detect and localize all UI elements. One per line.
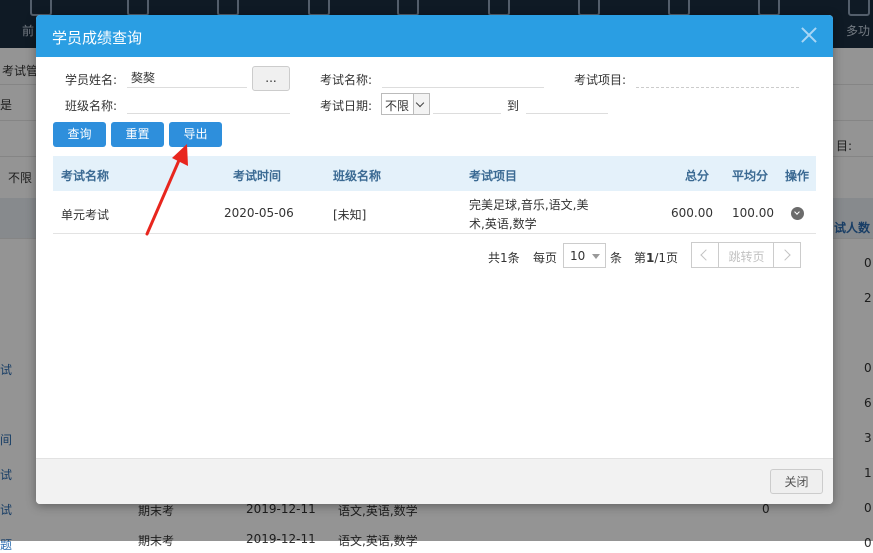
exam-name-label: 考试名称: — [320, 73, 373, 87]
close-icon[interactable] — [799, 25, 819, 45]
date-to-label: 到 — [507, 99, 520, 113]
col-exam-name[interactable]: 考试名称 — [61, 167, 109, 184]
cell-average: 100.00 — [732, 206, 774, 220]
exam-name-input[interactable] — [382, 68, 544, 88]
col-exam-items[interactable]: 考试项目 — [469, 167, 517, 184]
cell-exam-items: 完美足球,音乐,语文,美 — [469, 198, 589, 212]
caret-down-icon — [592, 254, 600, 259]
exam-item-input[interactable] — [636, 68, 799, 88]
col-exam-time[interactable]: 考试时间 — [233, 167, 281, 184]
col-class-name[interactable]: 班级名称 — [333, 167, 381, 184]
pager-unit: 条 — [610, 251, 623, 265]
student-name-input[interactable]: 獒獒 — [127, 68, 247, 88]
close-button[interactable]: 关闭 — [770, 469, 823, 494]
pager-controls: 跳转页 — [691, 242, 801, 268]
col-average[interactable]: 平均分 — [732, 167, 768, 184]
col-action: 操作 — [785, 169, 810, 183]
class-name-input[interactable] — [127, 94, 290, 114]
dialog-title: 学员成绩查询 — [52, 29, 143, 47]
cell-exam-items-cont: 术,英语,数学 — [469, 217, 537, 231]
chevron-right-icon[interactable] — [773, 243, 800, 267]
exam-date-select[interactable]: 不限 — [381, 93, 430, 115]
cell-total: 600.00 — [671, 206, 713, 220]
cell-exam-time: 2020-05-06 — [224, 206, 294, 220]
table-row[interactable]: 单元考试 2020-05-06 [未知] 完美足球,音乐,语文,美 术,英语,数… — [53, 191, 816, 234]
pager-total: 共1条 — [488, 251, 520, 265]
col-total[interactable]: 总分 — [685, 167, 709, 184]
select-student-button[interactable]: ... — [252, 66, 290, 91]
chevron-left-icon[interactable] — [692, 243, 719, 267]
chevron-down-icon[interactable] — [413, 94, 429, 114]
student-name-label: 学员姓名: — [65, 73, 118, 87]
jump-page-button[interactable]: 跳转页 — [719, 248, 774, 265]
page-size-select[interactable]: 10 — [563, 243, 606, 268]
export-button[interactable]: 导出 — [169, 122, 222, 147]
date-end-input[interactable] — [526, 94, 608, 114]
exam-item-label: 考试项目: — [574, 73, 627, 87]
chevron-down-icon[interactable] — [791, 207, 804, 220]
exam-date-value: 不限 — [385, 99, 410, 113]
class-name-label: 班级名称: — [65, 99, 118, 113]
cell-exam-name: 单元考试 — [61, 208, 110, 222]
date-start-input[interactable] — [433, 94, 501, 114]
score-query-dialog: 学员成绩查询 学员姓名: 獒獒 ... 班级名称: 考试名称: 考试日期: 不限… — [36, 15, 833, 504]
page-size-value: 10 — [570, 249, 586, 263]
dialog-footer: 关闭 — [36, 458, 833, 504]
exam-date-label: 考试日期: — [320, 99, 373, 113]
pager-per-page-label: 每页 — [533, 251, 558, 265]
reset-button[interactable]: 重置 — [111, 122, 164, 147]
table-header: 考试名称 考试时间 班级名称 考试项目 总分 平均分 操作 — [53, 156, 816, 191]
dialog-header: 学员成绩查询 — [36, 15, 833, 57]
cell-class-name: [未知] — [333, 208, 367, 222]
pager-page-info: 第1/1页 — [634, 251, 679, 265]
query-button[interactable]: 查询 — [53, 122, 106, 147]
